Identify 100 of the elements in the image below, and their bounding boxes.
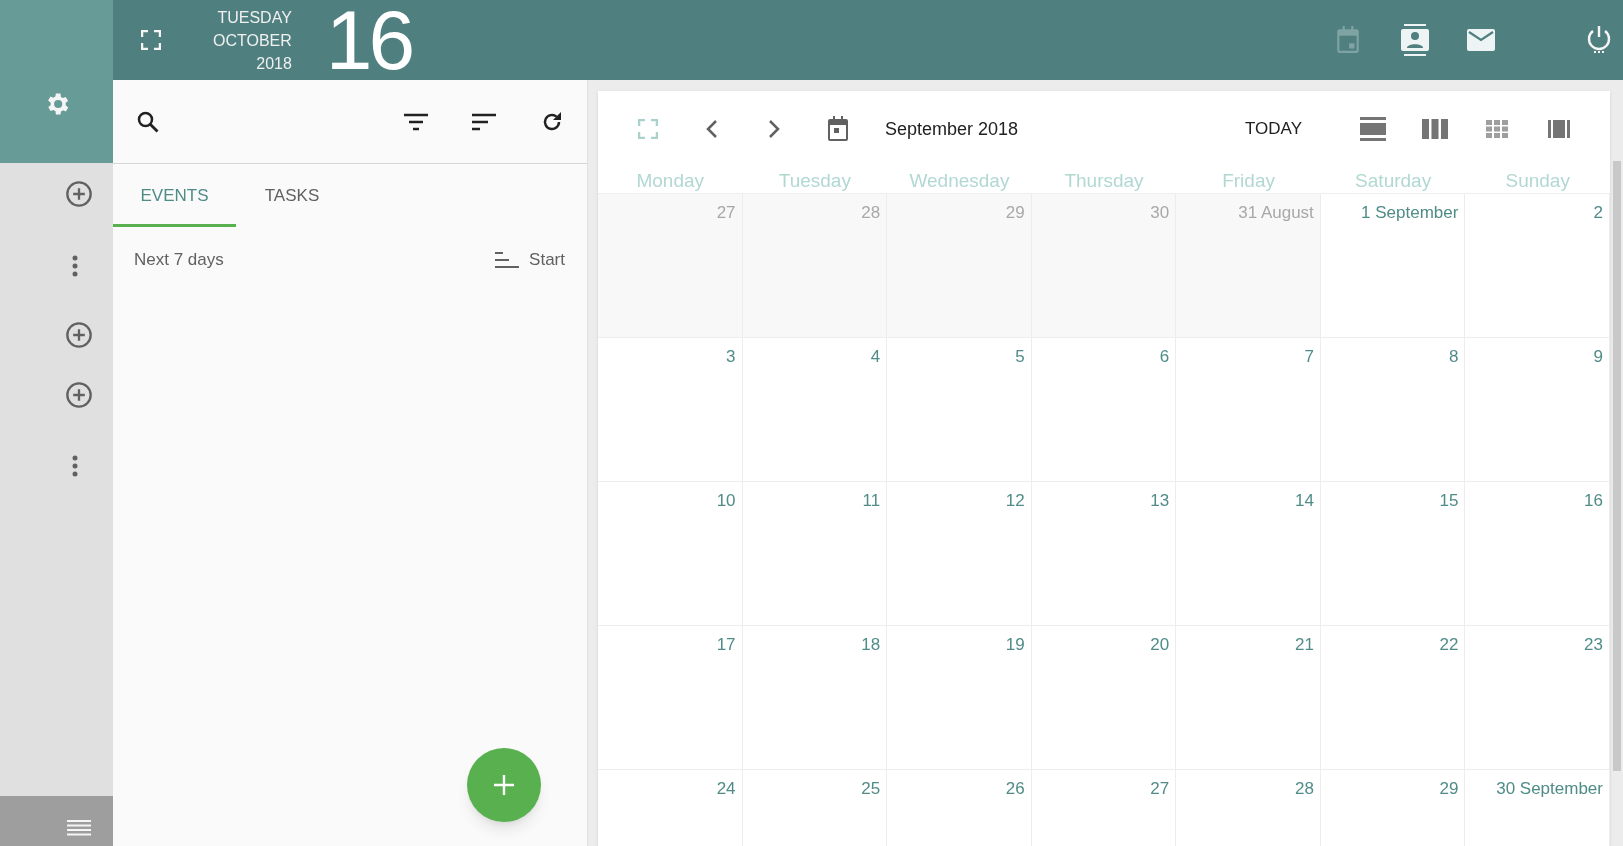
tab[interactable]: EVENTS (113, 164, 236, 227)
date-number: 14 (1294, 490, 1314, 512)
calendar-icon[interactable] (826, 116, 850, 142)
date-number: 11 (862, 490, 881, 512)
day-cell[interactable]: 30 September (1465, 770, 1610, 846)
date-number: 27 (1150, 778, 1170, 800)
day-cell[interactable]: 20 (1031, 626, 1177, 770)
day-cell[interactable]: 7 (1176, 338, 1321, 482)
day-cell[interactable]: 31 August (1176, 194, 1321, 338)
date-number: 1 September (1361, 202, 1459, 224)
year-label: 2018 (256, 53, 292, 74)
day-cell[interactable]: 19 (887, 626, 1032, 770)
filter-icon[interactable] (404, 112, 428, 131)
add-icon[interactable] (65, 381, 93, 409)
weekday-header: Friday (1222, 169, 1275, 193)
day-cell[interactable]: 5 (887, 338, 1032, 482)
date-number: 26 (1005, 778, 1025, 800)
sort-icon[interactable] (472, 112, 496, 131)
day-cell[interactable]: 29 (1320, 770, 1466, 846)
day-cell[interactable]: 13 (1031, 482, 1177, 626)
tab[interactable]: TASKS (236, 164, 348, 227)
sort-button[interactable]: Start (495, 247, 565, 273)
day-cell[interactable]: 9 (1465, 338, 1610, 482)
date-number: 23 (1584, 634, 1603, 656)
day-cell[interactable]: 22 (1320, 626, 1466, 770)
previous-icon[interactable] (706, 120, 718, 138)
day-cell[interactable]: 29 (887, 194, 1032, 338)
range-label: Next 7 days (134, 249, 224, 271)
date-number: 30 (1150, 202, 1170, 224)
next-icon[interactable] (768, 120, 780, 138)
date-number: 29 (1439, 778, 1459, 800)
day-cell[interactable]: 27 (598, 194, 743, 338)
date-number: 24 (716, 778, 736, 800)
date-number: 6 (1159, 346, 1170, 368)
more-icon[interactable] (72, 455, 78, 477)
weekday-header: Tuesday (778, 169, 851, 193)
day-cell[interactable]: 3 (598, 338, 743, 482)
date-number: 16 (1584, 490, 1603, 512)
date-number: 28 (861, 202, 881, 224)
day-cell[interactable]: 12 (887, 482, 1032, 626)
day-cell[interactable]: 10 (598, 482, 743, 626)
day-number: 16 (325, 0, 412, 80)
menu-icon[interactable] (67, 820, 91, 838)
today-button[interactable]: TODAY (1245, 116, 1302, 142)
day-cell[interactable]: 26 (887, 770, 1032, 846)
day-cell[interactable]: 21 (1176, 626, 1321, 770)
date-number: 3 (726, 346, 736, 368)
day-cell[interactable]: 28 (742, 194, 888, 338)
month-view-icon[interactable] (1486, 120, 1508, 138)
day-cell[interactable]: 24 (598, 770, 743, 846)
date-number: 27 (716, 202, 736, 224)
date-number: 4 (870, 346, 881, 368)
day-cell[interactable]: 14 (1176, 482, 1321, 626)
day-cell[interactable]: 18 (742, 626, 888, 770)
more-icon[interactable] (72, 255, 78, 277)
day-cell[interactable]: 28 (1176, 770, 1321, 846)
week-view-icon[interactable] (1422, 119, 1448, 139)
scrollbar[interactable] (1613, 161, 1621, 771)
day-cell[interactable]: 6 (1031, 338, 1177, 482)
day-cell[interactable]: 1 September (1320, 194, 1466, 338)
date-number: 21 (1294, 634, 1314, 656)
month-title: September 2018 (885, 117, 1019, 141)
date-number: 10 (716, 490, 736, 512)
date-number: 25 (861, 778, 881, 800)
date-number: 13 (1150, 490, 1170, 512)
date-number: 28 (1294, 778, 1314, 800)
day-cell[interactable]: 27 (1031, 770, 1177, 846)
plus-icon (493, 774, 515, 796)
day-cell[interactable]: 15 (1320, 482, 1466, 626)
date-number: 12 (1005, 490, 1025, 512)
search-icon[interactable] (136, 109, 160, 134)
weekday-header: Sunday (1505, 169, 1570, 193)
weekday-header: Saturday (1355, 169, 1432, 193)
day-cell[interactable]: 30 (1031, 194, 1177, 338)
add-icon[interactable] (65, 180, 93, 208)
add-icon[interactable] (65, 321, 93, 349)
date-number: 17 (716, 634, 736, 656)
day-cell[interactable]: 16 (1465, 482, 1610, 626)
date-number: 31 August (1238, 202, 1314, 224)
day-cell[interactable]: 11 (742, 482, 888, 626)
day-cell[interactable]: 17 (598, 626, 743, 770)
weekday-header: Wednesday (909, 169, 1010, 193)
power-icon[interactable] (1587, 25, 1611, 55)
month-label: OCTOBER (213, 30, 292, 51)
day-cell[interactable]: 2 (1465, 194, 1610, 338)
date-number: 15 (1439, 490, 1459, 512)
mail-icon[interactable] (1467, 29, 1495, 51)
day-cell[interactable]: 25 (742, 770, 888, 846)
contacts-icon[interactable] (1401, 24, 1429, 56)
date-number: 29 (1005, 202, 1025, 224)
day-cell[interactable]: 4 (742, 338, 888, 482)
day-view-icon[interactable] (1360, 117, 1386, 141)
weekday-header: Monday (636, 169, 705, 193)
add-event-button[interactable] (467, 748, 541, 822)
day-cell[interactable]: 23 (1465, 626, 1610, 770)
date-number: 7 (1304, 346, 1314, 368)
agenda-view-icon[interactable] (1548, 120, 1570, 138)
day-cell[interactable]: 8 (1320, 338, 1466, 482)
date-number: 8 (1448, 346, 1459, 368)
date-number: 18 (861, 634, 881, 656)
